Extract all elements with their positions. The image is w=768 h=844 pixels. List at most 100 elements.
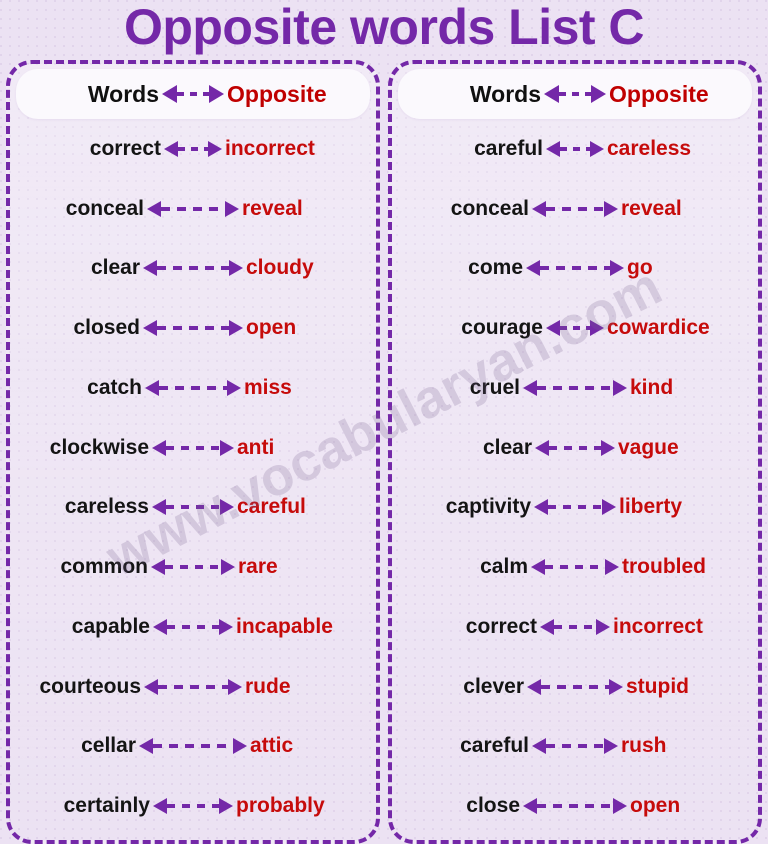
opposite-cell: incorrect — [613, 614, 703, 638]
table-row: cellar attic — [16, 734, 370, 758]
double-arrow-icon — [161, 139, 225, 159]
table-row: cruel kind — [398, 376, 752, 400]
word-list-panel-left: Words Opposite correct incorrect conceal… — [6, 60, 380, 844]
header-words-label: Words — [469, 80, 541, 107]
word-list-panel-right: Words Opposite careful careless conceal … — [388, 60, 762, 844]
opposite-cell: kind — [630, 375, 674, 399]
word-cell: clever — [463, 674, 524, 698]
word-cell: close — [466, 794, 520, 818]
word-cell: cellar — [81, 734, 136, 758]
table-row: calm troubled — [398, 555, 752, 579]
opposite-cell: anti — [237, 435, 275, 459]
opposite-cell: rush — [621, 734, 667, 758]
double-arrow-icon — [541, 83, 609, 105]
word-cell: clockwise — [49, 435, 149, 459]
table-row: clockwise anti — [16, 436, 370, 460]
word-cell: conceal — [65, 196, 144, 220]
opposite-cell: cloudy — [246, 256, 314, 280]
opposite-cell: open — [630, 794, 681, 818]
double-arrow-icon — [529, 736, 621, 756]
double-arrow-icon — [543, 318, 607, 338]
table-row: conceal reveal — [398, 197, 752, 221]
double-arrow-icon — [140, 258, 246, 278]
double-arrow-icon — [532, 438, 618, 458]
opposite-cell: cowardice — [607, 316, 710, 340]
opposite-cell: attic — [250, 734, 294, 758]
word-cell: clear — [90, 256, 140, 280]
double-arrow-icon — [141, 677, 245, 697]
double-arrow-icon — [150, 617, 236, 637]
table-row: conceal reveal — [16, 197, 370, 221]
double-arrow-icon — [149, 497, 237, 517]
header-opposite-label: Opposite — [227, 80, 327, 107]
double-arrow-icon — [148, 557, 238, 577]
opposite-cell: troubled — [622, 555, 706, 579]
opposite-cell: vague — [618, 435, 679, 459]
double-arrow-icon — [537, 617, 613, 637]
double-arrow-icon — [528, 557, 622, 577]
double-arrow-icon — [531, 497, 619, 517]
word-cell: certainly — [63, 794, 150, 818]
word-cell: courage — [461, 316, 543, 340]
opposite-cell: open — [246, 316, 297, 340]
opposite-cell: incapable — [236, 614, 333, 638]
word-cell: correct — [89, 136, 161, 160]
word-cell: catch — [87, 375, 142, 399]
double-arrow-icon — [142, 378, 244, 398]
double-arrow-icon — [150, 796, 236, 816]
word-cell: careful — [474, 136, 543, 160]
table-row: capable incapable — [16, 615, 370, 639]
double-arrow-icon — [144, 199, 242, 219]
word-cell: careful — [460, 734, 529, 758]
table-row: clever stupid — [398, 675, 752, 699]
word-cell: captivity — [445, 495, 531, 519]
table-row: correct incorrect — [16, 137, 370, 161]
opposite-cell: probably — [236, 794, 325, 818]
opposite-cell: rude — [245, 674, 291, 698]
word-cell: clear — [482, 435, 532, 459]
opposite-cell: miss — [244, 375, 292, 399]
table-row: close open — [398, 794, 752, 818]
opposite-cell: careless — [607, 136, 692, 160]
word-cell: common — [60, 555, 148, 579]
word-cell: correct — [465, 614, 537, 638]
opposite-cell: careful — [237, 495, 306, 519]
opposite-cell: go — [627, 256, 653, 280]
double-arrow-icon — [136, 736, 250, 756]
word-cell: closed — [73, 316, 140, 340]
header-words-label: Words — [87, 80, 159, 107]
opposite-cell: stupid — [626, 674, 689, 698]
double-arrow-icon — [543, 139, 607, 159]
opposite-cell: reveal — [242, 196, 303, 220]
table-row: come go — [398, 256, 752, 280]
table-row: courage cowardice — [398, 316, 752, 340]
word-cell: capable — [71, 614, 150, 638]
double-arrow-icon — [159, 83, 227, 105]
double-arrow-icon — [524, 677, 626, 697]
double-arrow-icon — [520, 378, 630, 398]
table-row: clear vague — [398, 436, 752, 460]
opposite-cell: liberty — [619, 495, 683, 519]
table-row: clear cloudy — [16, 256, 370, 280]
header-opposite-label: Opposite — [609, 80, 709, 107]
word-cell: conceal — [450, 196, 529, 220]
table-row: certainly probably — [16, 794, 370, 818]
table-row: captivity liberty — [398, 495, 752, 519]
table-row: closed open — [16, 316, 370, 340]
word-cell: cruel — [469, 375, 520, 399]
opposite-cell: incorrect — [225, 136, 315, 160]
word-rows-right: careful careless conceal reveal come go … — [398, 119, 752, 836]
table-row: common rare — [16, 555, 370, 579]
word-cell: courteous — [39, 674, 141, 698]
double-arrow-icon — [140, 318, 246, 338]
opposite-words-poster: Opposite words List C www.vocabularyan.c… — [0, 0, 768, 844]
opposite-cell: rare — [238, 555, 278, 579]
double-arrow-icon — [529, 199, 621, 219]
table-row: courteous rude — [16, 675, 370, 699]
word-rows-left: correct incorrect conceal reveal clear c… — [16, 119, 370, 836]
panel-header-left: Words Opposite — [16, 69, 370, 119]
word-cell: come — [468, 256, 523, 280]
double-arrow-icon — [523, 258, 627, 278]
table-row: careful rush — [398, 734, 752, 758]
table-row: careful careless — [398, 137, 752, 161]
